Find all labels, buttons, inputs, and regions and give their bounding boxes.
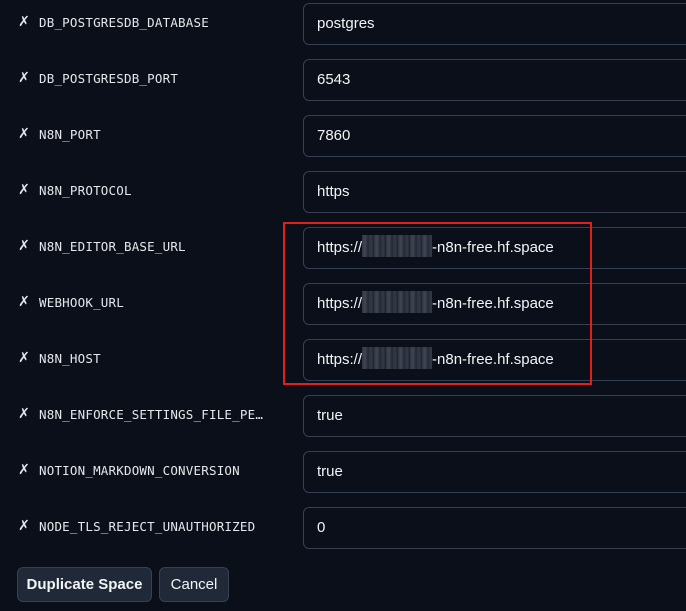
- variable-name: NOTION_MARKDOWN_CONVERSION: [39, 463, 240, 478]
- redacted-blur: [362, 291, 433, 314]
- variable-value-suffix: -n8n-free.hf.space: [432, 295, 554, 312]
- variable-name: DB_POSTGRESDB_PORT: [39, 71, 179, 86]
- variable-value: postgres: [317, 15, 375, 32]
- env-variable-row: ✗ N8N_HOST https:// -n8n-free.hf.space: [0, 336, 686, 392]
- env-variable-row: ✗ N8N_PORT 7860: [0, 112, 686, 168]
- variable-name: N8N_ENFORCE_SETTINGS_FILE_PE…: [39, 407, 264, 422]
- env-variable-row: ✗ NODE_TLS_REJECT_UNAUTHORIZED 0: [0, 504, 686, 560]
- remove-variable-icon[interactable]: ✗: [17, 519, 31, 533]
- variable-value: https: [317, 183, 350, 200]
- variable-name: N8N_PROTOCOL: [39, 183, 132, 198]
- variable-name: N8N_EDITOR_BASE_URL: [39, 239, 186, 254]
- variable-value-input[interactable]: 0: [303, 507, 686, 549]
- variable-value-prefix: https://: [317, 351, 363, 368]
- variable-name: DB_POSTGRESDB_DATABASE: [39, 15, 209, 30]
- env-variable-row: ✗ N8N_PROTOCOL https: [0, 168, 686, 224]
- variable-value-prefix: https://: [317, 295, 363, 312]
- env-variable-row: ✗ DB_POSTGRESDB_PORT 6543: [0, 56, 686, 112]
- variable-value-input[interactable]: 7860: [303, 115, 686, 157]
- remove-variable-icon[interactable]: ✗: [17, 295, 31, 309]
- variable-value: 6543: [317, 71, 351, 88]
- remove-variable-icon[interactable]: ✗: [17, 239, 31, 253]
- env-variable-row: ✗ N8N_EDITOR_BASE_URL https:// -n8n-free.…: [0, 224, 686, 280]
- variable-name: N8N_PORT: [39, 127, 101, 142]
- variable-value-input[interactable]: https:// -n8n-free.hf.space: [303, 283, 686, 325]
- variable-name: WEBHOOK_URL: [39, 295, 124, 310]
- variable-value-prefix: https://: [317, 239, 363, 256]
- variable-value-input[interactable]: 6543: [303, 59, 686, 101]
- remove-variable-icon[interactable]: ✗: [17, 127, 31, 141]
- variable-value-input[interactable]: https:// -n8n-free.hf.space: [303, 339, 686, 381]
- cancel-button[interactable]: Cancel: [159, 567, 229, 602]
- variable-value: 0: [317, 519, 326, 536]
- remove-variable-icon[interactable]: ✗: [17, 351, 31, 365]
- redacted-blur: [362, 347, 433, 370]
- variable-name: NODE_TLS_REJECT_UNAUTHORIZED: [39, 519, 256, 534]
- variable-value-input[interactable]: true: [303, 451, 686, 493]
- variable-value-input[interactable]: https:// -n8n-free.hf.space: [303, 227, 686, 269]
- variable-value-input[interactable]: postgres: [303, 3, 686, 45]
- remove-variable-icon[interactable]: ✗: [17, 407, 31, 421]
- env-variable-row: ✗ N8N_ENFORCE_SETTINGS_FILE_PE… true: [0, 392, 686, 448]
- variable-value-input[interactable]: https: [303, 171, 686, 213]
- variable-value: 7860: [317, 127, 351, 144]
- remove-variable-icon[interactable]: ✗: [17, 463, 31, 477]
- variable-name: N8N_HOST: [39, 351, 101, 366]
- redacted-blur: [362, 235, 433, 258]
- variable-value-suffix: -n8n-free.hf.space: [432, 351, 554, 368]
- env-variable-row: ✗ WEBHOOK_URL https:// -n8n-free.hf.space: [0, 280, 686, 336]
- remove-variable-icon[interactable]: ✗: [17, 15, 31, 29]
- variable-value: true: [317, 407, 343, 424]
- variable-value-input[interactable]: true: [303, 395, 686, 437]
- remove-variable-icon[interactable]: ✗: [17, 183, 31, 197]
- remove-variable-icon[interactable]: ✗: [17, 71, 31, 85]
- env-variable-row: ✗ NOTION_MARKDOWN_CONVERSION true: [0, 448, 686, 504]
- duplicate-space-button[interactable]: Duplicate Space: [17, 567, 152, 602]
- variable-value: true: [317, 463, 343, 480]
- variable-value-suffix: -n8n-free.hf.space: [432, 239, 554, 256]
- env-variable-row: ✗ DB_POSTGRESDB_DATABASE postgres: [0, 0, 686, 56]
